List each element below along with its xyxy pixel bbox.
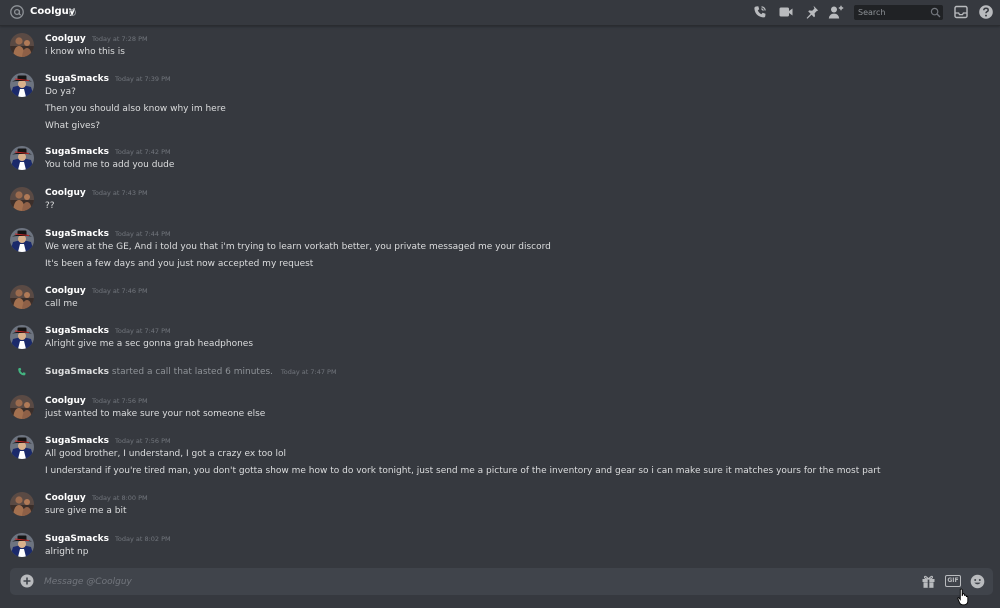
message-text: alright np xyxy=(45,547,89,557)
message-author[interactable]: SugaSmacks xyxy=(45,435,109,447)
avatar[interactable] xyxy=(10,492,34,516)
message-group: Coolguy Today at 7:56 PM just wanted to ma… xyxy=(0,395,1000,426)
message-text: Do ya? xyxy=(45,87,76,97)
message-timestamp: Today at 7:47 PM xyxy=(115,327,171,335)
video-call-icon[interactable] xyxy=(778,4,794,20)
message-text: i know who this is xyxy=(45,47,125,57)
message-author[interactable]: Coolguy xyxy=(45,492,86,504)
avatar[interactable] xyxy=(10,228,34,252)
message-group: Coolguy Today at 7:28 PM i know who this i… xyxy=(0,33,1000,64)
message-timestamp: Today at 8:00 PM xyxy=(92,494,148,502)
at-sign-icon xyxy=(10,5,24,19)
message-group: SugaSmacks Today at 7:44 PM We were at the… xyxy=(0,228,1000,276)
avatar[interactable] xyxy=(10,435,34,459)
message-composer: GIF xyxy=(10,568,993,595)
message-text: sure give me a bit xyxy=(45,506,127,516)
message-text: What gives? xyxy=(45,121,101,131)
search-icon[interactable] xyxy=(930,7,941,18)
message-author[interactable]: SugaSmacks xyxy=(45,533,109,545)
message-text: Then you should also know why im here xyxy=(45,104,226,114)
message-author[interactable]: SugaSmacks xyxy=(45,73,109,85)
message-group: SugaSmacks Today at 7:39 PM Do ya? Then you… xyxy=(0,73,1000,138)
help-icon[interactable] xyxy=(978,4,994,20)
phone-icon xyxy=(18,367,26,376)
avatar[interactable] xyxy=(10,187,34,211)
avatar[interactable] xyxy=(10,33,34,57)
message-group: Coolguy Today at 7:46 PM call me xyxy=(0,285,1000,316)
inbox-icon[interactable] xyxy=(953,4,969,20)
call-event-text: SugaSmacks started a call that lasted 6 … xyxy=(45,366,337,378)
chat-window: Coolguy Search Coolguy Today at 7:28 PM … xyxy=(0,0,1000,608)
message-author[interactable]: Coolguy xyxy=(45,187,86,199)
message-text: call me xyxy=(45,299,78,309)
message-timestamp: Today at 7:28 PM xyxy=(92,35,148,43)
channel-header: Coolguy xyxy=(0,0,1000,26)
pin-icon[interactable] xyxy=(804,4,820,20)
message-text: Alright give me a sec gonna grab headpho… xyxy=(45,339,254,349)
message-text: We were at the GE, And i told you that i… xyxy=(45,242,551,252)
avatar[interactable] xyxy=(10,395,34,419)
message-author[interactable]: Coolguy xyxy=(45,285,86,297)
emoji-icon[interactable] xyxy=(970,574,985,589)
message-author[interactable]: SugaSmacks xyxy=(45,325,109,337)
gif-button[interactable]: GIF xyxy=(945,575,961,587)
message-author[interactable]: SugaSmacks xyxy=(45,228,109,240)
add-friend-icon[interactable] xyxy=(828,4,844,20)
message-timestamp: Today at 7:43 PM xyxy=(92,189,148,197)
message-group: Coolguy Today at 8:00 PM sure give me a bi… xyxy=(0,492,1000,523)
search-box[interactable] xyxy=(854,5,943,20)
call-event-user[interactable]: SugaSmacks xyxy=(45,367,109,377)
avatar[interactable] xyxy=(10,325,34,349)
message-author[interactable]: SugaSmacks xyxy=(45,146,109,158)
message-text: I understand if you're tired man, you do… xyxy=(45,466,881,476)
hand-cursor-icon xyxy=(957,588,969,606)
message-timestamp: Today at 7:39 PM xyxy=(115,75,171,83)
search-input[interactable] xyxy=(858,6,928,19)
message-input[interactable] xyxy=(44,574,844,589)
message-timestamp: Today at 7:46 PM xyxy=(92,287,148,295)
call-event: SugaSmacks started a call that lasted 6 … xyxy=(0,365,1000,379)
message-text: All good brother, I understand, I got a … xyxy=(45,449,287,459)
avatar[interactable] xyxy=(10,73,34,97)
gift-icon[interactable] xyxy=(921,574,936,589)
message-group: SugaSmacks Today at 7:47 PM Alright give m… xyxy=(0,325,1000,356)
avatar[interactable] xyxy=(10,146,34,170)
message-text: It's been a few days and you just now ac… xyxy=(45,259,314,269)
message-group: SugaSmacks Today at 7:42 PM You told me to… xyxy=(0,146,1000,177)
status-offline-icon xyxy=(69,9,76,16)
message-timestamp: Today at 8:02 PM xyxy=(115,535,171,543)
message-group: SugaSmacks Today at 7:56 PM All good broth… xyxy=(0,435,1000,483)
message-timestamp: Today at 7:42 PM xyxy=(115,148,171,156)
message-text: just wanted to make sure your not someon… xyxy=(45,409,266,419)
avatar[interactable] xyxy=(10,285,34,309)
message-timestamp: Today at 7:44 PM xyxy=(115,230,171,238)
upload-plus-icon[interactable] xyxy=(20,574,34,588)
message-author[interactable]: Coolguy xyxy=(45,395,86,407)
message-text: ?? xyxy=(45,201,55,211)
message-timestamp: Today at 7:56 PM xyxy=(115,437,171,445)
message-author[interactable]: Coolguy xyxy=(45,33,86,45)
voice-call-icon[interactable] xyxy=(752,4,768,20)
message-timestamp: Today at 7:56 PM xyxy=(92,397,148,405)
avatar[interactable] xyxy=(10,533,34,557)
call-event-description: started a call that lasted 6 minutes. xyxy=(111,367,274,377)
message-group: SugaSmacks Today at 8:02 PM alright np xyxy=(0,533,1000,564)
message-group: Coolguy Today at 7:43 PM?? xyxy=(0,187,1000,218)
call-event-timestamp: Today at 7:47 PM xyxy=(280,368,337,376)
message-text: You told me to add you dude xyxy=(45,160,175,170)
